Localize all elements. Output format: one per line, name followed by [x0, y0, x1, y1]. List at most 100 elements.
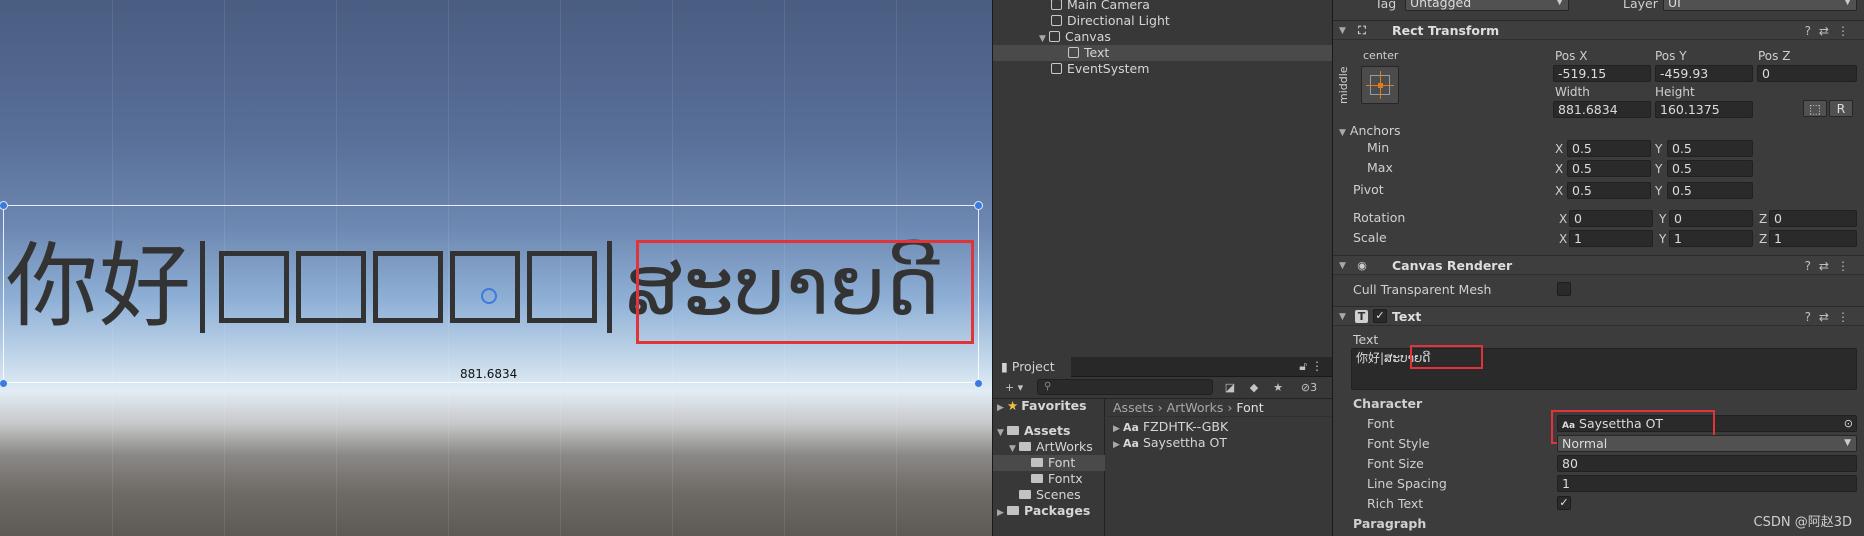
asset-item-saysettha-ot[interactable]: ▶ Aa Saysettha OT	[1107, 435, 1333, 451]
anchor-max-y-field[interactable]: 0.5	[1667, 160, 1753, 177]
lock-icon[interactable]: 🔓︎	[1299, 359, 1307, 374]
collapse-arrow-icon[interactable]: ▶	[997, 505, 1007, 521]
expand-arrow-icon[interactable]: ▼	[1339, 21, 1346, 41]
hierarchy-item-directional-light[interactable]: Directional Light	[993, 13, 1333, 29]
character-section-label: Character	[1353, 396, 1423, 411]
hierarchy-item-text[interactable]: Text	[993, 45, 1333, 61]
tab-project[interactable]: ▮ Project	[993, 357, 1071, 377]
canvas-renderer-header[interactable]: ▼ ◉ Canvas Renderer ?⇄⋮	[1333, 255, 1864, 275]
line-spacing-field[interactable]: 1	[1557, 475, 1857, 492]
rect-transform-header[interactable]: ▼ ⛶ Rect Transform ?⇄⋮	[1333, 20, 1864, 40]
scale-y-field[interactable]: 1	[1669, 230, 1753, 247]
component-menu-buttons[interactable]: ?⇄⋮	[1805, 21, 1857, 41]
axis-z-label: Z	[1759, 212, 1768, 226]
hidden-packages-toggle[interactable]: ⊘3	[1291, 380, 1327, 396]
blueprint-mode-button[interactable]: ⬚	[1803, 100, 1827, 117]
resize-handle-top-right[interactable]	[974, 201, 983, 210]
expand-arrow-icon[interactable]: ▼	[1339, 307, 1346, 327]
text-separator-bar	[607, 241, 613, 333]
pivot-y-field[interactable]: 0.5	[1667, 182, 1753, 199]
object-picker-icon[interactable]: ⊙	[1844, 416, 1853, 431]
missing-glyph-box	[373, 251, 444, 323]
resize-handle-bottom-right[interactable]	[974, 379, 983, 388]
tree-item-packages[interactable]: ▶ Packages	[993, 503, 1105, 519]
rich-text-checkbox[interactable]: ✓	[1557, 496, 1571, 510]
tree-item-favorites[interactable]: ▶ ★ Favorites	[993, 398, 1105, 414]
layer-dropdown[interactable]: UI ▼	[1663, 0, 1857, 11]
scale-x-field[interactable]: 1	[1569, 230, 1653, 247]
resize-handle-bottom-left[interactable]	[0, 379, 8, 388]
anchor-min-label: Min	[1367, 140, 1390, 155]
add-asset-button[interactable]: + ▾	[997, 380, 1031, 396]
breadcrumb: Assets › ArtWorks › Font	[1107, 399, 1333, 417]
tag-dropdown[interactable]: Untagged ▼	[1405, 0, 1569, 11]
scale-z-field[interactable]: 1	[1769, 230, 1857, 247]
cull-transparent-mesh-checkbox[interactable]	[1557, 282, 1571, 296]
folder-icon	[1031, 458, 1043, 467]
height-field[interactable]: 160.1375	[1655, 101, 1753, 118]
raw-edit-button[interactable]: R	[1829, 100, 1853, 117]
folder-icon: ▮	[1001, 359, 1008, 374]
scene-view[interactable]: 你好 ສະບາຍດີ 881.6834	[0, 0, 992, 536]
rotation-y-field[interactable]: 0	[1669, 210, 1753, 227]
text-enabled-checkbox[interactable]: ✓	[1373, 309, 1387, 323]
search-by-label-icon[interactable]: ◆	[1243, 380, 1265, 396]
inspector-panel[interactable]: Tag Untagged ▼ Layer UI ▼ ▼ ⛶ Rect Transfo…	[1332, 0, 1864, 536]
posx-field[interactable]: -519.15	[1553, 65, 1651, 82]
tree-item-assets[interactable]: ▼ Assets	[993, 423, 1105, 439]
width-field[interactable]: 881.6834	[1553, 101, 1651, 118]
anchors-foldout[interactable]: ▼ Anchors	[1339, 123, 1400, 141]
search-icon: ⚲	[1044, 381, 1052, 392]
project-search-input[interactable]: ⚲	[1037, 379, 1213, 395]
annotation-highlight-box	[1410, 345, 1483, 369]
hierarchy-item-canvas[interactable]: ▼ Canvas	[993, 29, 1333, 45]
component-menu-buttons[interactable]: ?⇄⋮	[1805, 307, 1857, 327]
more-options-icon[interactable]: ⋮	[1311, 359, 1323, 373]
search-by-type-icon[interactable]: ◪	[1219, 380, 1241, 396]
posy-field[interactable]: -459.93	[1655, 65, 1753, 82]
hierarchy-item-eventsystem[interactable]: EventSystem	[993, 61, 1333, 77]
anchor-max-x-field[interactable]: 0.5	[1567, 160, 1651, 177]
anchor-center-label: center	[1363, 49, 1399, 62]
font-style-dropdown[interactable]: Normal ▼	[1557, 435, 1857, 452]
project-folder-tree[interactable]: ▶ ★ Favorites ▼ Assets ▼ ArtWorks Font Fontx…	[993, 398, 1105, 536]
anchor-min-x-field[interactable]: 0.5	[1567, 140, 1651, 157]
anchor-min-y-field[interactable]: 0.5	[1667, 140, 1753, 157]
tree-item-artworks[interactable]: ▼ ArtWorks	[993, 439, 1105, 455]
component-menu-buttons[interactable]: ?⇄⋮	[1805, 256, 1857, 276]
axis-y-label: Y	[1659, 232, 1667, 246]
rotation-label: Rotation	[1353, 210, 1406, 225]
hierarchy-panel[interactable]: Main Camera Directional Light ▼ Canvas Te…	[992, 0, 1333, 357]
tree-item-fontx[interactable]: Fontx	[993, 471, 1105, 487]
favorite-star-icon[interactable]: ★	[1267, 380, 1289, 396]
breadcrumb-assets[interactable]: Assets	[1113, 400, 1154, 415]
posz-field[interactable]: 0	[1757, 65, 1857, 82]
line-spacing-label: Line Spacing	[1367, 476, 1447, 491]
tree-item-font[interactable]: Font	[993, 455, 1105, 471]
chevron-down-icon: ▼	[1844, 438, 1851, 448]
breadcrumb-artworks[interactable]: ArtWorks	[1167, 400, 1224, 415]
hierarchy-item-main-camera[interactable]: Main Camera	[993, 0, 1333, 13]
breadcrumb-font[interactable]: Font	[1236, 400, 1263, 415]
gameobject-icon	[1049, 31, 1060, 42]
font-size-field[interactable]: 80	[1557, 455, 1857, 472]
expand-arrow-icon[interactable]: ▼	[1339, 256, 1346, 276]
collapse-arrow-icon[interactable]: ▶	[1113, 437, 1123, 453]
project-panel[interactable]: ▮ Project 🔓︎ ⋮ + ▾ ⚲ ◪ ◆ ★ ⊘3 ▶ ★ Favorite…	[992, 357, 1333, 536]
anchor-preset-button[interactable]	[1361, 66, 1399, 104]
rotation-x-field[interactable]: 0	[1569, 210, 1653, 227]
asset-item-fzdhtk-gbk[interactable]: ▶ Aa FZDHTK--GBK	[1107, 419, 1333, 435]
text-component-header[interactable]: ▼ T ✓ Text ?⇄⋮	[1333, 306, 1864, 326]
folder-icon	[1007, 506, 1019, 515]
tree-item-scenes[interactable]: Scenes	[993, 487, 1105, 503]
scale-label: Scale	[1353, 230, 1387, 245]
axis-z-label: Z	[1759, 232, 1768, 246]
tag-label: Tag	[1375, 0, 1397, 11]
collapse-arrow-icon[interactable]: ▶	[997, 400, 1007, 416]
rotation-z-field[interactable]: 0	[1769, 210, 1857, 227]
pivot-x-field[interactable]: 0.5	[1567, 182, 1651, 199]
pivot-label: Pivot	[1353, 182, 1384, 197]
axis-y-label: Y	[1655, 184, 1663, 198]
text-separator-bar	[200, 241, 206, 333]
cull-transparent-mesh-label: Cull Transparent Mesh	[1353, 282, 1492, 297]
